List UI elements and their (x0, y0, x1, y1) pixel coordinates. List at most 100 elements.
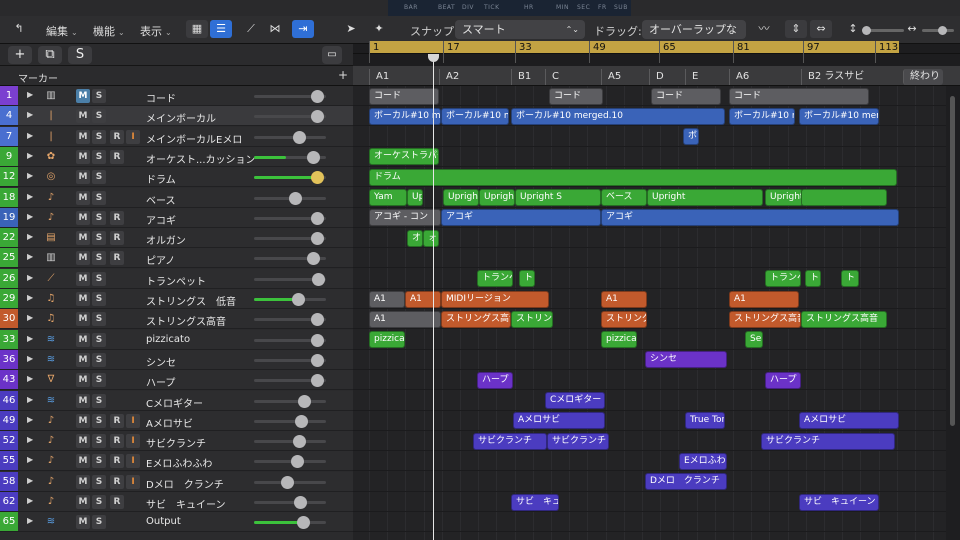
track-header-view-icon[interactable]: ▭ (322, 46, 342, 64)
record-enable-button[interactable]: R (110, 474, 124, 489)
mute-button[interactable]: M (76, 352, 90, 367)
region[interactable]: True Ton (685, 412, 725, 430)
disclosure-triangle-icon[interactable]: ▶ (27, 252, 33, 261)
mute-button[interactable]: M (76, 292, 90, 306)
volume-knob[interactable] (311, 211, 324, 225)
track-header[interactable]: 55 ▶ ♪ M S R I Eメロふわふわ (0, 451, 353, 472)
solo-button[interactable]: S (92, 170, 106, 185)
mute-button[interactable]: M (76, 109, 90, 124)
disclosure-triangle-icon[interactable]: ▶ (27, 395, 33, 404)
solo-button[interactable]: S (92, 495, 106, 509)
functions-menu[interactable]: 機能 ⌄ (93, 23, 125, 39)
region[interactable]: Upright Studio Bass (479, 189, 515, 206)
region[interactable]: ハープ (765, 371, 801, 389)
region[interactable]: ドラム (369, 168, 897, 186)
mute-button[interactable]: M (76, 231, 90, 246)
playhead[interactable] (433, 52, 434, 540)
solo-button[interactable]: S (92, 352, 106, 367)
region[interactable]: Cメロギター (545, 392, 605, 409)
volume-knob[interactable] (293, 435, 306, 449)
track-header[interactable]: 30 ▶ ♫ M S ストリングス高音 (0, 309, 353, 330)
drag-mode-select[interactable]: オーバーラップなし (642, 20, 746, 55)
track-header[interactable]: 1 ▶ ▥ M S コード (0, 86, 353, 106)
mute-button[interactable]: M (76, 89, 90, 103)
region[interactable]: アコギ (441, 209, 601, 227)
grid-view-icon[interactable]: ▦ (186, 20, 208, 38)
mute-button[interactable]: M (76, 210, 90, 225)
track-lane[interactable] (353, 330, 960, 350)
region[interactable]: MIDIリージョン (441, 290, 549, 308)
track-name[interactable]: オーケスト...カッション (146, 151, 256, 166)
region[interactable]: トランペ (477, 270, 513, 288)
disclosure-triangle-icon[interactable]: ▶ (27, 496, 33, 505)
track-name[interactable]: アコギ (146, 212, 176, 227)
track-header[interactable]: 4 ▶ | M S メインボーカル (0, 106, 353, 127)
mute-button[interactable]: M (76, 332, 90, 347)
track-lane[interactable] (353, 370, 960, 391)
record-enable-button[interactable]: R (110, 231, 124, 246)
track-header[interactable]: 26 ▶ ⟋ M S トランペット (0, 268, 353, 289)
region[interactable]: ストリングス高音 (801, 310, 887, 328)
region[interactable]: Upright S (515, 189, 601, 206)
disclosure-triangle-icon[interactable]: ▶ (27, 374, 33, 383)
track-name[interactable]: ベース (146, 192, 176, 207)
track-lane[interactable] (353, 269, 960, 289)
region[interactable]: コード (369, 87, 439, 105)
track-name[interactable]: Dメロ クランチ (146, 476, 224, 491)
global-solo-button[interactable]: S (68, 46, 92, 64)
region[interactable]: アコギ - コン (369, 209, 441, 227)
volume-slider[interactable] (254, 496, 326, 509)
region[interactable]: ベース (601, 189, 647, 206)
mute-button[interactable]: M (76, 129, 90, 144)
solo-button[interactable]: S (92, 292, 106, 306)
region[interactable]: サビ キュ (511, 493, 559, 511)
volume-knob[interactable] (311, 333, 324, 347)
snap-select[interactable]: スマート ⌃⌄ (455, 20, 585, 39)
region[interactable]: ト (519, 270, 535, 288)
solo-button[interactable]: S (92, 454, 106, 469)
volume-slider[interactable] (254, 293, 326, 306)
horizontal-zoom-slider[interactable] (922, 26, 954, 35)
disclosure-triangle-icon[interactable]: ▶ (27, 435, 33, 444)
record-enable-button[interactable]: R (110, 149, 124, 164)
solo-button[interactable]: S (92, 271, 106, 286)
volume-slider[interactable] (254, 90, 326, 103)
secondary-tool-icon[interactable]: ✦ (368, 20, 390, 38)
arrange-area[interactable]: コードコードコードコードボーカル#10 merボーカル#10 merボーカル#1… (353, 86, 960, 540)
volume-knob[interactable] (311, 232, 324, 246)
marker[interactable]: B1 (511, 69, 545, 85)
region[interactable]: pizzicat (601, 331, 637, 349)
disclosure-triangle-icon[interactable]: ▶ (27, 273, 33, 282)
region[interactable] (801, 189, 887, 206)
track-lane[interactable] (353, 127, 960, 147)
back-arrow-icon[interactable]: ↰ (8, 20, 30, 38)
flex-icon[interactable]: ⋈ (264, 20, 286, 38)
region[interactable]: オーケストラパー (369, 148, 439, 166)
input-monitor-button[interactable]: I (126, 434, 140, 449)
region[interactable]: サビクランチ (761, 432, 895, 450)
volume-knob[interactable] (294, 496, 307, 509)
record-enable-button[interactable]: R (110, 495, 124, 509)
track-name[interactable]: ストリングス 低音 (146, 293, 236, 308)
volume-knob[interactable] (311, 110, 324, 124)
track-name[interactable]: pizzicato (146, 334, 190, 345)
track-lane[interactable] (353, 391, 960, 411)
solo-button[interactable]: S (92, 413, 106, 428)
track-header[interactable]: 29 ▶ ♫ M S ストリングス 低音 (0, 289, 353, 309)
volume-slider[interactable] (254, 353, 326, 367)
volume-knob[interactable] (298, 394, 311, 408)
lcd-display[interactable]: BAR BEAT DIV TICK HR MIN SEC FR SUB (388, 0, 631, 16)
volume-knob[interactable] (281, 475, 294, 489)
volume-slider[interactable] (254, 150, 326, 164)
track-name[interactable]: ストリングス高音 (146, 313, 226, 328)
region[interactable]: ボーカル#10 mer (441, 107, 509, 125)
volume-knob[interactable] (295, 414, 308, 428)
list-view-icon[interactable]: ☰ (210, 20, 232, 38)
input-monitor-button[interactable]: I (126, 474, 140, 489)
volume-knob[interactable] (289, 191, 302, 205)
disclosure-triangle-icon[interactable]: ▶ (27, 110, 33, 119)
mute-button[interactable]: M (76, 393, 90, 408)
volume-slider[interactable] (254, 313, 326, 327)
track-header[interactable]: 62 ▶ ♪ M S R サビ キュイーン (0, 492, 353, 512)
region[interactable]: ボ (683, 128, 699, 146)
